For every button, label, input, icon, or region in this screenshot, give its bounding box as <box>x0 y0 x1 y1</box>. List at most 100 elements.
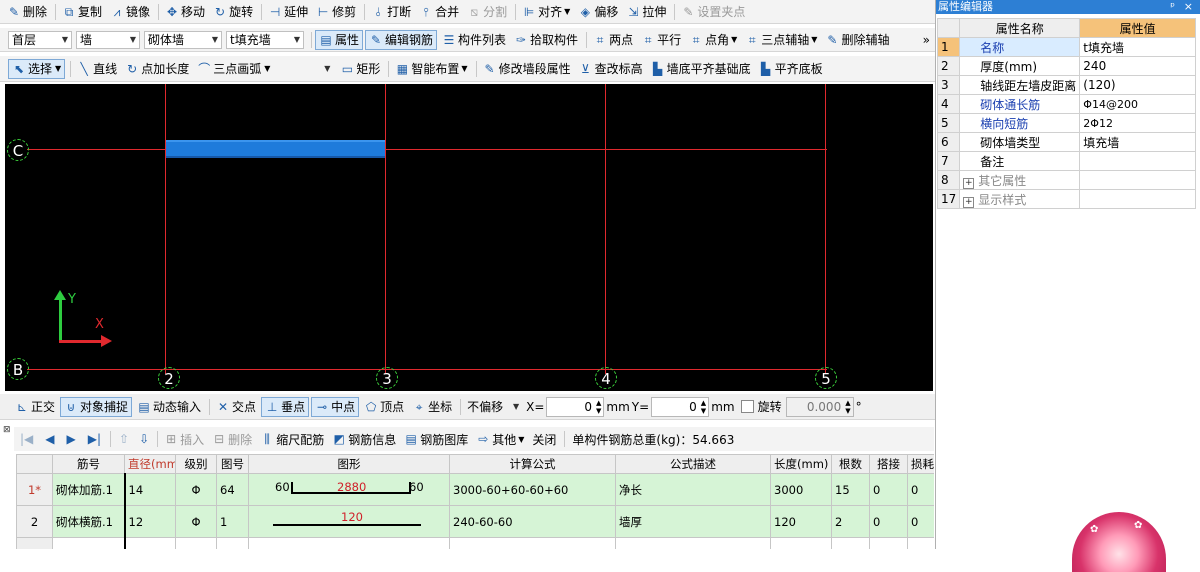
rotate-input[interactable]: 0.000 ▲ ▼ <box>785 396 854 417</box>
smart-layout-button[interactable]: ▦ 智能布置 ▼ <box>392 59 470 79</box>
spinner-icon[interactable]: ▲ ▼ <box>596 399 601 415</box>
line-button[interactable]: ╲ 直线 <box>74 59 120 79</box>
cell-name[interactable]: 砌体横筋.1 <box>52 505 125 538</box>
col-header-figure[interactable]: 图号 <box>216 454 249 474</box>
modify-wall-button[interactable]: ✎ 修改墙段属性 <box>480 59 574 79</box>
x-input[interactable]: 0 ▲ ▼ <box>546 396 605 417</box>
cell-diameter[interactable]: 12 <box>123 505 176 538</box>
spinner-icon[interactable]: ▲ ▼ <box>701 399 706 415</box>
cell-name[interactable]: 砌体加筋.1 <box>52 473 125 506</box>
point-angle-button[interactable]: ⌗ 点角 ▼ <box>686 30 740 50</box>
rebar-panel-close-icon[interactable]: ⊠ <box>3 425 13 435</box>
cell-figure[interactable] <box>216 537 249 549</box>
midpoint-snap-button[interactable]: ⊸ 中点 <box>311 396 360 417</box>
cell-grade[interactable]: Φ <box>175 505 217 538</box>
cell-length[interactable]: 3000 <box>770 473 832 506</box>
cell-count[interactable]: 2 <box>831 505 870 538</box>
object-snap-button[interactable]: ⊍ 对象捕捉 <box>60 396 133 417</box>
close-icon[interactable]: × <box>1184 0 1193 14</box>
cell-figure[interactable]: 1 <box>216 505 249 538</box>
cell-description[interactable]: 净长 <box>615 473 771 506</box>
cell-loss[interactable] <box>907 537 934 549</box>
col-header-diameter[interactable]: 直径(mm) <box>124 454 176 474</box>
cell-lap[interactable]: 0 <box>869 505 908 538</box>
category-select[interactable]: 墙 ▼ <box>76 30 140 49</box>
first-record-icon[interactable]: |◀ <box>20 432 33 446</box>
ortho-button[interactable]: ⊾ 正交 <box>12 397 58 417</box>
insert-button[interactable]: ⊞ 插入 <box>161 429 207 449</box>
property-group[interactable]: + 其它属性 <box>959 170 1081 190</box>
point-length-button[interactable]: ↻ 点加长度 <box>122 59 192 79</box>
property-value[interactable]: Φ14@200 <box>1079 94 1196 114</box>
cell-diameter[interactable] <box>123 537 176 549</box>
cell-grade[interactable] <box>175 537 217 549</box>
move-button[interactable]: ✥ 移动 <box>162 2 208 22</box>
cell-formula[interactable]: 3000-60+60-60+60 <box>449 473 616 506</box>
other-button[interactable]: ⇨ 其他 ▼ <box>473 429 527 449</box>
cell-grade[interactable]: Φ <box>175 473 217 506</box>
y-input[interactable]: 0 ▲ ▼ <box>651 396 710 417</box>
cell-shape[interactable] <box>248 537 450 549</box>
cell-shape[interactable]: 60 2880 60 <box>248 473 450 506</box>
cell-count[interactable] <box>831 537 870 549</box>
cell-count[interactable]: 15 <box>831 473 870 506</box>
cell-description[interactable]: 墙厚 <box>615 505 771 538</box>
property-row[interactable]: 4 砌体通长筋 Φ14@200 <box>936 94 1196 114</box>
pin-icon[interactable]: ᵖ <box>1170 0 1175 14</box>
table-row[interactable]: 1* 砌体加筋.1 14 Φ 64 60 2880 60 3000-60+60-… <box>16 473 934 506</box>
col-header-grade[interactable]: 级别 <box>175 454 217 474</box>
cell-formula[interactable]: 240-60-60 <box>449 505 616 538</box>
property-value[interactable]: 240 <box>1079 56 1196 76</box>
break-button[interactable]: ⫰ 打断 <box>368 2 414 22</box>
delete-row-button[interactable]: ⊟ 删除 <box>209 429 255 449</box>
component-list-button[interactable]: ☰ 构件列表 <box>439 30 509 50</box>
align-button[interactable]: ⊫ 对齐 ▼ <box>519 2 573 22</box>
offset-mode-select[interactable]: 不偏移 ▼ <box>464 398 522 416</box>
next-record-icon[interactable]: ▶ <box>67 432 76 446</box>
table-row[interactable]: 3 <box>16 537 934 549</box>
intersect-snap-button[interactable]: ✕ 交点 <box>213 397 259 417</box>
property-row[interactable]: 5 横向短筋 2Φ12 <box>936 113 1196 133</box>
rotate-checkbox[interactable] <box>740 400 754 413</box>
axis-label-c[interactable]: C <box>7 139 29 161</box>
col-header-description[interactable]: 公式描述 <box>615 454 771 474</box>
property-value[interactable]: (120) <box>1079 75 1196 95</box>
axis-label-b[interactable]: B <box>7 358 29 380</box>
extend-button[interactable]: ⊣ 延伸 <box>265 2 311 22</box>
cell-shape[interactable]: 120 <box>248 505 450 538</box>
cell-length[interactable]: 120 <box>770 505 832 538</box>
axis-label-2[interactable]: 2 <box>158 367 180 389</box>
expand-icon[interactable]: + <box>963 177 975 189</box>
pick-component-button[interactable]: ✑ 拾取构件 <box>511 30 581 50</box>
subcategory-select[interactable]: 砌体墙 ▼ <box>144 30 222 49</box>
drawing-canvas[interactable]: C B 2 3 4 5 Y X <box>5 84 933 391</box>
cell-description[interactable] <box>615 537 771 549</box>
component-select[interactable]: t填充墙 ▼ <box>226 30 304 49</box>
parallel-button[interactable]: ⌗ 平行 <box>638 30 684 50</box>
property-row[interactable]: 2 厚度(mm) 240 <box>936 56 1196 76</box>
table-row[interactable]: 2 砌体横筋.1 12 Φ 1 120 240-60-60 墙厚 120 2 0… <box>16 505 934 538</box>
mirror-button[interactable]: ⩘ 镜像 <box>107 2 153 22</box>
property-value[interactable]: 2Φ12 <box>1079 113 1196 133</box>
avatar[interactable]: ✿ ✿ <box>1072 512 1166 572</box>
delete-button[interactable]: ✎ 删除 <box>4 2 50 22</box>
cell-name[interactable] <box>52 537 125 549</box>
floor-select[interactable]: 首层 ▼ <box>8 30 72 49</box>
expand-icon[interactable]: + <box>963 196 975 208</box>
split-button[interactable]: ⧅ 分割 <box>464 2 510 22</box>
cell-lap[interactable] <box>869 537 908 549</box>
property-row[interactable]: 7 备注 <box>936 151 1196 171</box>
cell-formula[interactable] <box>449 537 616 549</box>
property-value[interactable]: t填充墙 <box>1079 37 1196 57</box>
property-value[interactable] <box>1079 151 1196 171</box>
vertex-snap-button[interactable]: ⬠ 顶点 <box>361 397 407 417</box>
col-header-count[interactable]: 根数 <box>831 454 870 474</box>
rect-button[interactable]: ▭ 矩形 <box>337 59 383 79</box>
axis-label-4[interactable]: 4 <box>595 367 617 389</box>
move-up-icon[interactable]: ⇧ <box>119 432 129 446</box>
three-point-axis-button[interactable]: ⌗ 三点辅轴 ▼ <box>742 30 820 50</box>
select-button[interactable]: ⬉ 选择 ▼ <box>8 58 66 79</box>
property-row[interactable]: 17 + 显示样式 <box>936 189 1196 209</box>
set-grip-button[interactable]: ✎ 设置夹点 <box>678 2 748 22</box>
axis-label-5[interactable]: 5 <box>815 367 837 389</box>
